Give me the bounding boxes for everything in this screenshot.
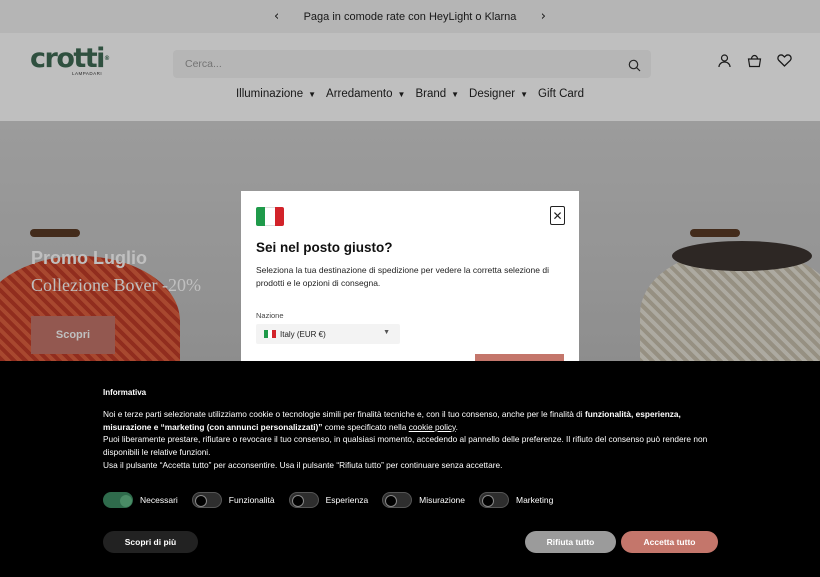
italy-flag-icon [256, 207, 284, 226]
toggle-marketing[interactable]: Marketing [479, 492, 553, 508]
cookie-banner: Informativa Noi e terze parti selezionat… [0, 361, 820, 577]
modal-title: Sei nel posto giusto? [256, 240, 393, 255]
learn-more-button[interactable]: Scopri di più [103, 531, 198, 553]
consent-toggles: Necessari Funzionalità Esperienza Misura… [103, 492, 553, 508]
modal-description: Seleziona la tua destinazione di spedizi… [256, 265, 549, 288]
toggle-label: Funzionalità [228, 495, 275, 505]
toggle-label: Marketing [516, 495, 554, 505]
toggle-switch[interactable] [288, 492, 319, 508]
toggle-misurazione[interactable]: Misurazione [382, 492, 465, 508]
chevron-down-icon: ▼ [383, 329, 390, 336]
cookie-text-part: come specificato nella [322, 421, 409, 432]
country-value: Italy (EUR €) [280, 329, 326, 339]
cookie-policy-link[interactable]: cookie policy [409, 422, 456, 432]
toggle-switch[interactable] [191, 492, 222, 508]
cookie-text-part: Usa il pulsante “Accetta tutto” per acco… [103, 459, 503, 470]
toggle-funzionalita[interactable]: Funzionalità [191, 492, 275, 508]
toggle-switch[interactable] [103, 492, 133, 508]
toggle-switch[interactable] [479, 492, 509, 508]
shipping-destination-modal: ✕ Sei nel posto giusto? Seleziona la tua… [241, 191, 579, 361]
close-icon[interactable]: ✕ [550, 206, 565, 225]
toggle-label: Esperienza [325, 495, 369, 505]
cookie-text-part: Noi e terze parti selezionate utilizziam… [103, 409, 585, 419]
cookie-text-part: . [455, 421, 458, 432]
toggle-label: Misurazione [419, 495, 465, 505]
toggle-esperienza[interactable]: Esperienza [288, 492, 369, 508]
toggle-switch[interactable] [382, 492, 413, 508]
confirm-button[interactable] [475, 354, 564, 361]
italy-flag-icon [264, 330, 276, 338]
toggle-necessari[interactable]: Necessari [103, 492, 178, 508]
refuse-all-button[interactable]: Rifiuta tutto [525, 531, 616, 553]
country-label: Nazione [256, 311, 284, 320]
toggle-label: Necessari [140, 495, 178, 505]
country-select[interactable]: Italy (EUR €) ▼ [256, 324, 400, 344]
cookie-text: Noi e terze parti selezionate utilizziam… [103, 408, 723, 472]
accept-all-button[interactable]: Accetta tutto [621, 531, 718, 553]
cookie-text-part: Puoi liberamente prestare, rifiutare o r… [103, 434, 708, 458]
cookie-title: Informativa [103, 388, 147, 397]
